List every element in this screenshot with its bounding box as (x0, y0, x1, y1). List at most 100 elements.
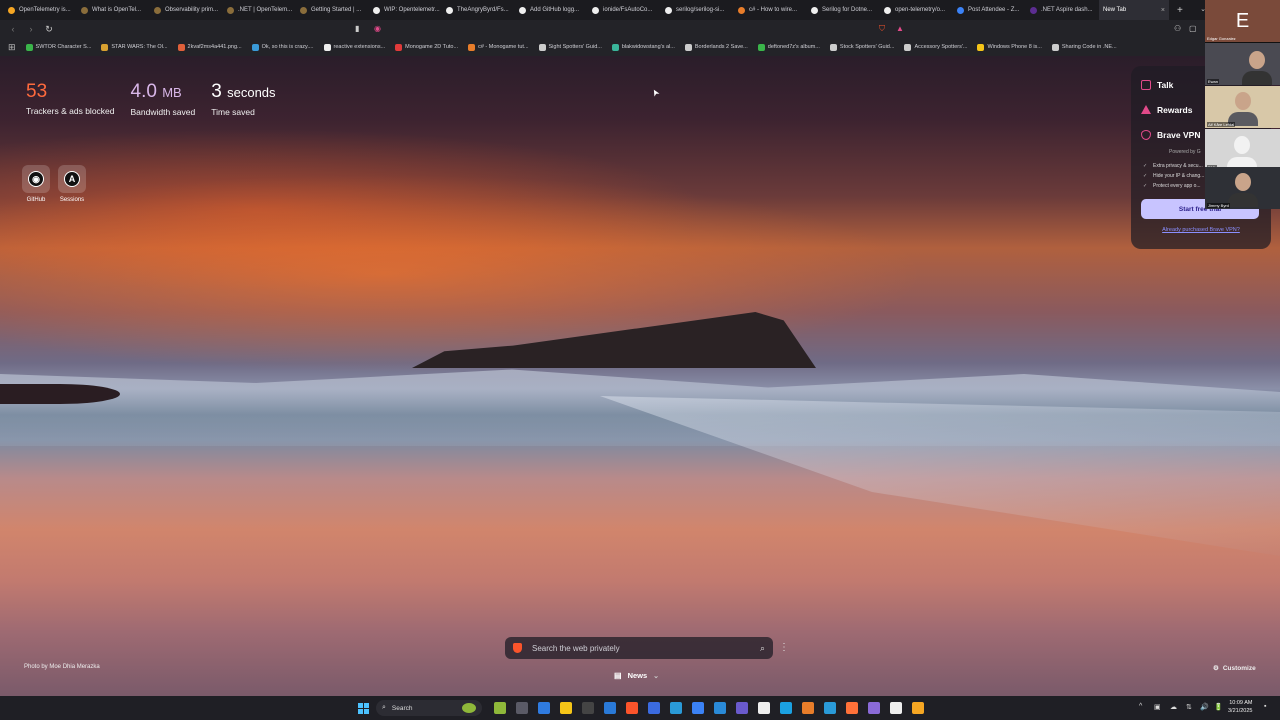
browser-tab[interactable]: open-telemetry/o... (880, 0, 953, 20)
browser-tab[interactable]: c# - How to wire... (734, 0, 807, 20)
task-view-icon[interactable] (516, 702, 528, 714)
back-button[interactable]: ‹ (8, 24, 18, 34)
browser-tab[interactable]: WIP: Opentelemetr... (369, 0, 442, 20)
browser-tab[interactable]: .NET Aspire dash... (1026, 0, 1099, 20)
customize-button[interactable]: ⚙ Customize (1213, 664, 1256, 672)
bookmark-item[interactable]: deftoned7z's album... (757, 43, 820, 51)
already-purchased-link[interactable]: Already purchased Brave VPN? (1141, 227, 1261, 233)
file-explorer-icon[interactable] (560, 702, 572, 714)
bookmark-item[interactable]: STAR WARS: The Ol... (101, 43, 168, 51)
bookmark-label: SWTOR Character S... (35, 44, 92, 50)
github-tile[interactable]: ◉ (22, 165, 50, 193)
app-icon[interactable] (736, 702, 748, 714)
rewards-icon (1141, 105, 1151, 114)
brave-shield-url-icon[interactable]: ◉ (374, 24, 381, 33)
browser-tab[interactable]: TheAngryByrd/Fs... (442, 0, 515, 20)
bookmark-label: Sight Spotters' Guid... (548, 44, 602, 50)
edge-icon[interactable] (538, 702, 550, 714)
tab-label: serilog/serilog-si... (676, 7, 725, 13)
store-icon[interactable] (670, 702, 682, 714)
vscode-icon[interactable] (604, 702, 616, 714)
brave-shields-icon[interactable]: ⛉ (879, 24, 885, 34)
bookmark-icon[interactable]: ▮ (355, 24, 359, 33)
search-input[interactable] (532, 643, 760, 653)
close-tab-icon[interactable]: × (1161, 7, 1165, 14)
browser-tab[interactable]: Observability prim... (150, 0, 223, 20)
tray-overflow-icon[interactable]: ^ (1139, 703, 1142, 710)
photo-credit[interactable]: Photo by Moe Dhia Merazka (24, 664, 100, 670)
participant-name: Ewan (1207, 79, 1220, 84)
browser-tab[interactable]: OpenTelemetry is... (4, 0, 77, 20)
participant-tile-2: Alf Kåre Lefdal (1205, 86, 1280, 128)
bookmark-item[interactable]: 2kvaf2ms4a441.png... (177, 43, 242, 51)
bookmark-item[interactable]: SWTOR Character S... (25, 43, 92, 51)
firefox-icon[interactable] (846, 702, 858, 714)
tab-label: ionide/FsAutoCo... (603, 7, 653, 13)
taskbar-search[interactable]: ⌕ Search (376, 700, 482, 716)
tray-cloud-icon[interactable]: ☁ (1170, 703, 1177, 711)
terminal-icon[interactable] (582, 702, 594, 714)
browser-tab[interactable]: Post Attendee - Z... (953, 0, 1026, 20)
bookmark-item[interactable]: c# - Monogame tut... (468, 43, 529, 51)
bookmark-item[interactable]: Sight Spotters' Guid... (538, 43, 602, 51)
participant-body (1242, 71, 1272, 85)
tab-label: TheAngryByrd/Fs... (457, 7, 509, 13)
app-icon[interactable] (890, 702, 902, 714)
bookmark-item[interactable]: Windows Phone 8 is... (977, 43, 1042, 51)
participant-tile-3: DML (1205, 129, 1280, 171)
app-icon[interactable] (692, 702, 704, 714)
brave-rewards-icon[interactable]: ▲ (896, 24, 904, 33)
top-site-github[interactable]: ◉ GitHub (22, 165, 50, 203)
bookmark-item[interactable]: Stock Spotters' Guid... (829, 43, 894, 51)
browser-tab[interactable]: What is OpenTel... (77, 0, 150, 20)
bookmark-item[interactable]: Ok, so this is crazy.... (251, 43, 314, 51)
windows-taskbar: ⌕ Search ^ ▣ ☁ ⇅ 🔊 🔋 10:09 AM 3/21/2025 … (0, 696, 1280, 720)
bookmark-label: 2kvaf2ms4a441.png... (187, 44, 242, 50)
tray-volume-icon[interactable]: 🔊 (1200, 703, 1209, 711)
news-toggle[interactable]: ▤ News ⌄ (614, 671, 659, 680)
sidebar-toggle-icon[interactable]: ▢ (1189, 24, 1197, 33)
app-icon[interactable] (868, 702, 880, 714)
reload-button[interactable]: ↻ (44, 24, 54, 35)
browser-tab[interactable]: Add GitHub logg... (515, 0, 588, 20)
browser-tab[interactable]: ionide/FsAutoCo... (588, 0, 661, 20)
taskbar-clock[interactable]: 10:09 AM 3/21/2025 (1228, 699, 1252, 715)
app-icon[interactable] (648, 702, 660, 714)
bookmark-favicon-icon (538, 43, 546, 51)
browser-tab[interactable]: Serilog for Dotne... (807, 0, 880, 20)
browser-tab[interactable]: Getting Started | ... (296, 0, 369, 20)
tray-app-icon[interactable]: ▣ (1154, 703, 1161, 711)
brave-icon[interactable] (626, 702, 638, 714)
windows-start-icon[interactable] (358, 703, 369, 714)
search-icon[interactable]: ⌕ (760, 643, 765, 654)
browser-tab[interactable]: serilog/serilog-si... (661, 0, 734, 20)
browser-tab[interactable]: .NET | OpenTelem... (223, 0, 296, 20)
top-site-sessions[interactable]: A Sessions (58, 165, 86, 203)
browser-tab-active[interactable]: New Tab × (1099, 0, 1169, 20)
tab-label: open-telemetry/o... (895, 7, 946, 13)
bookmark-item[interactable]: blakwidowstang's al... (611, 43, 675, 51)
widget-icon[interactable] (494, 702, 506, 714)
search-box[interactable]: ⌕ (505, 637, 773, 659)
bookmark-item[interactable]: Sharing Code in .NE... (1051, 43, 1117, 51)
outlook-icon[interactable] (714, 702, 726, 714)
bookmark-item[interactable]: Monogame 2D Tuto... (395, 43, 458, 51)
jetbrains-icon[interactable] (758, 702, 770, 714)
new-tab-button[interactable]: + (1177, 5, 1183, 16)
app-icon[interactable] (780, 702, 792, 714)
bookmark-item[interactable]: Borderlands 2 Save... (684, 43, 748, 51)
chrome-icon[interactable] (802, 702, 814, 714)
edge-dev-icon[interactable] (824, 702, 836, 714)
bookmark-item[interactable]: Accessory Spotters'... (904, 43, 967, 51)
notification-bell-icon[interactable]: ▪ (1264, 703, 1266, 710)
tray-network-icon[interactable]: ⇅ (1186, 703, 1192, 711)
bookmark-item[interactable]: reactive extensions... (323, 43, 385, 51)
extensions-icon[interactable]: ⚇ (1174, 24, 1181, 33)
apps-grid-icon[interactable]: ⊞ (8, 42, 16, 53)
sessions-tile[interactable]: A (58, 165, 86, 193)
news-icon: ▤ (614, 671, 622, 680)
tray-battery-icon[interactable]: 🔋 (1214, 703, 1223, 711)
search-options-icon[interactable]: ⋮ (779, 642, 789, 653)
forward-button[interactable]: › (26, 24, 36, 34)
app-icon[interactable] (912, 702, 924, 714)
